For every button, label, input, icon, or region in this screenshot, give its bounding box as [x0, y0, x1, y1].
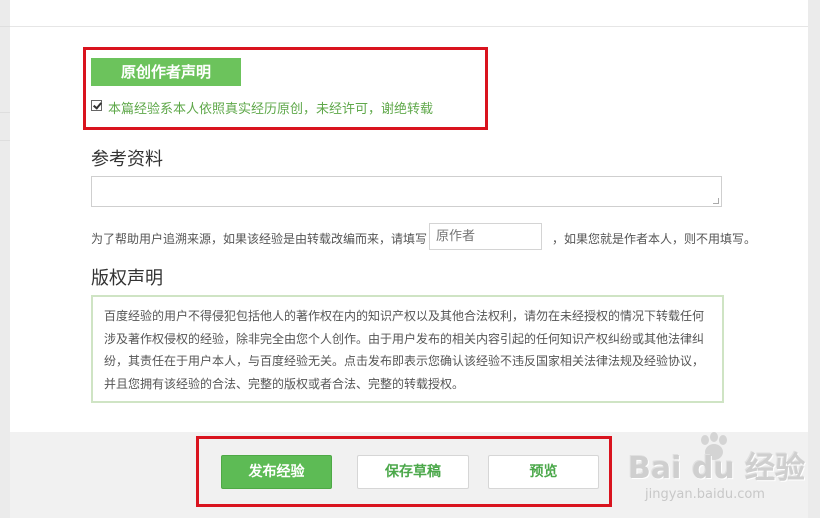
watermark-url: jingyan.baidu.com [645, 487, 765, 502]
left-background [0, 0, 10, 518]
reference-help-text: 为了帮助用户追溯来源，如果该经验是由转载改编而来，请填写 [91, 232, 428, 246]
original-author-input[interactable] [429, 223, 542, 250]
original-author-declaration-button[interactable]: 原创作者声明 [91, 58, 241, 86]
divider [0, 26, 10, 27]
divider [0, 112, 10, 113]
copyright-line: 并且您拥有该经验的合法、完整的版权或者合法、完整的转载授权。 [104, 376, 465, 391]
baidu-jingyan-watermark: Bai du 经验 [628, 451, 806, 486]
copyright-statement-box: 百度经验的用户不得侵犯包括他人的著作权在内的知识产权以及其他合法权利，请勿在未经… [91, 295, 724, 403]
copyright-line: 涉及著作权侵权的经验，除非完全由您个人创作。由于用户发布的相关内容引起的任何知识… [104, 331, 705, 346]
original-declaration-text[interactable]: 本篇经验系本人依照真实经历原创，未经许可，谢绝转载 [108, 98, 433, 117]
divider [0, 140, 10, 141]
reference-textarea[interactable] [91, 176, 722, 207]
right-background [808, 0, 820, 518]
copyright-title: 版权声明 [91, 268, 163, 289]
divider [10, 26, 808, 27]
copyright-line: 纷，其责任在于用户本人，与百度经验无关。点击发布即表示您确认该经验不违反国家相关… [104, 354, 705, 368]
copyright-line: 百度经验的用户不得侵犯包括他人的著作权在内的知识产权以及其他合法权利，请勿在未经… [104, 309, 705, 323]
save-draft-button[interactable]: 保存草稿 [357, 455, 469, 489]
original-declaration-checkbox[interactable] [91, 100, 102, 111]
reference-help-text-tail: ，如果您就是作者本人，则不用填写。 [552, 232, 757, 246]
preview-button[interactable]: 预览 [488, 455, 599, 489]
reference-title: 参考资料 [91, 149, 163, 170]
publish-button[interactable]: 发布经验 [221, 455, 332, 489]
